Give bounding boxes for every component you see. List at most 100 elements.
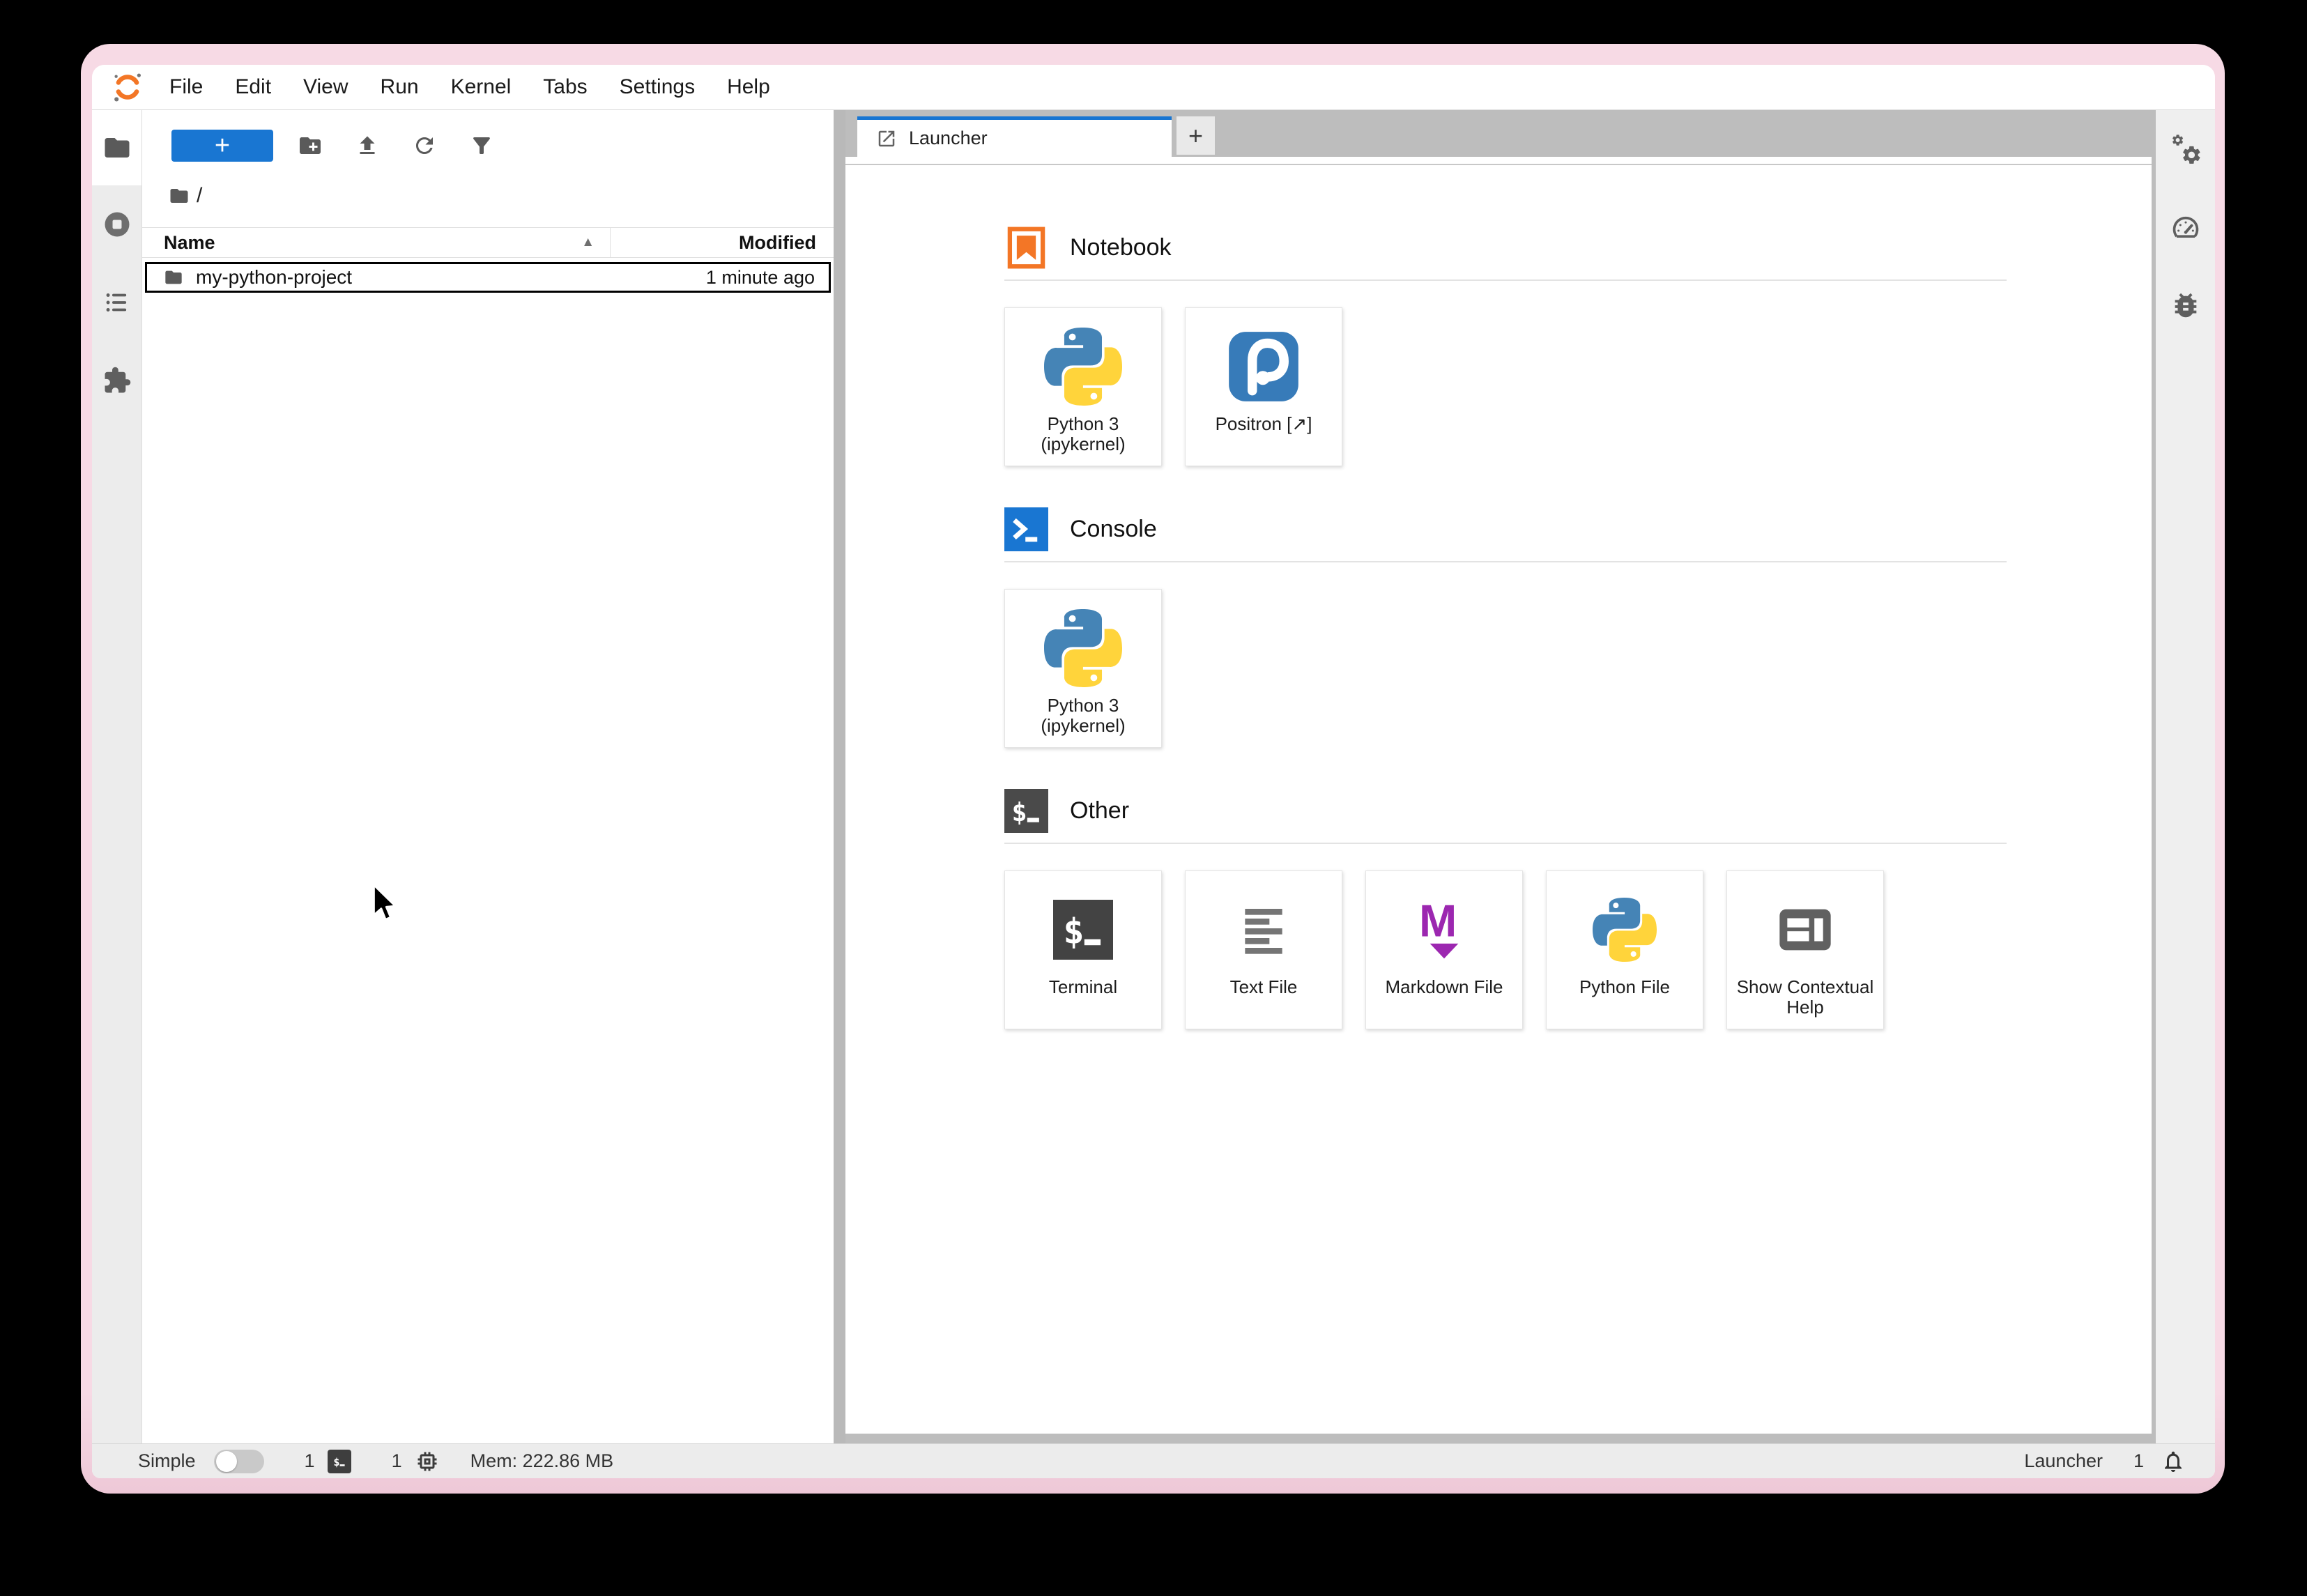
bell-icon (2161, 1449, 2186, 1474)
card-label: Python File (1575, 977, 1674, 997)
menu-edit[interactable]: Edit (235, 75, 271, 99)
running-sessions-icon (102, 210, 132, 239)
launcher-card-contextual-help[interactable]: Show Contextual Help (1726, 870, 1884, 1029)
simple-mode-toggle[interactable] (214, 1450, 264, 1473)
column-header-name[interactable]: Name ▲ (142, 228, 611, 257)
sidebar-tab-extensions[interactable] (92, 342, 141, 420)
sidebar-tab-debugger[interactable] (2156, 266, 2215, 344)
screen-background: File Edit View Run Kernel Tabs Settings … (0, 0, 2307, 1596)
left-activity-bar (92, 110, 142, 1443)
menu-settings[interactable]: Settings (620, 75, 695, 99)
python-logo (1044, 328, 1122, 406)
launcher-card-python3-notebook[interactable]: Python 3 (ipykernel) (1004, 307, 1162, 466)
tab-bar: Launcher + (845, 116, 2156, 157)
section-title: Other (1070, 797, 1129, 824)
svg-text:M: M (1419, 898, 1457, 946)
card-label: Markdown File (1381, 977, 1507, 997)
console-icon (1004, 507, 1048, 551)
notifications-count: 1 (2133, 1450, 2144, 1472)
filter-button[interactable] (461, 132, 502, 160)
main-dock-panel: Launcher + (845, 110, 2156, 1443)
terminals-count: 1 (305, 1450, 315, 1472)
menu-bar: File Edit View Run Kernel Tabs Settings … (92, 65, 2215, 110)
notifications-button[interactable] (2161, 1449, 2186, 1474)
launcher-card-positron[interactable]: Positron [↗] (1185, 307, 1342, 466)
launcher-section-other: $ Other (1004, 789, 2007, 1029)
filter-icon (469, 133, 494, 158)
file-list-header: Name ▲ Modified (142, 227, 834, 258)
column-name-label: Name (164, 232, 215, 254)
tab-launcher-label: Launcher (909, 128, 988, 149)
contextual-help-icon (1775, 899, 1836, 960)
card-label: Terminal (1045, 977, 1121, 997)
launcher-scroll-area[interactable]: Notebook (845, 165, 2152, 1434)
section-divider (1004, 279, 2007, 281)
svg-text:$: $ (1012, 797, 1027, 827)
menu-items: File Edit View Run Kernel Tabs Settings … (169, 75, 802, 99)
menu-view[interactable]: View (303, 75, 348, 99)
sidebar-tab-dashboard[interactable] (2156, 188, 2215, 266)
menu-file[interactable]: File (169, 75, 203, 99)
new-tab-button[interactable]: + (1177, 116, 1215, 155)
breadcrumb-root: / (197, 184, 202, 208)
terminal-icon: $ (1053, 900, 1113, 960)
simple-mode-label: Simple (138, 1450, 196, 1472)
terminal-icon: $ (1004, 789, 1048, 833)
text-file-icon (1236, 902, 1292, 958)
sidebar-tab-running-sessions[interactable] (92, 185, 141, 263)
panel-splitter[interactable] (834, 110, 845, 1443)
tab-launcher[interactable]: Launcher (857, 116, 1172, 157)
kernels-count: 1 (392, 1450, 402, 1472)
app-window-frame: File Edit View Run Kernel Tabs Settings … (81, 44, 2225, 1494)
menu-tabs[interactable]: Tabs (543, 75, 587, 99)
sort-ascending-icon: ▲ (581, 235, 595, 250)
folder-icon (164, 268, 183, 287)
svg-text:$: $ (1063, 911, 1084, 952)
file-browser-panel: + (142, 110, 834, 1443)
card-label: Text File (1226, 977, 1302, 997)
kernels-status[interactable] (415, 1449, 440, 1474)
launcher-card-terminal[interactable]: $ Terminal (1004, 870, 1162, 1029)
breadcrumb: / (142, 184, 834, 208)
terminals-status[interactable]: $ (328, 1450, 351, 1473)
folder-icon (102, 133, 132, 162)
new-launcher-button[interactable]: + (171, 130, 273, 162)
sidebar-tab-property-inspector[interactable] (2156, 110, 2215, 188)
jupyter-logo-icon (111, 69, 144, 105)
launcher-card-python-file[interactable]: Python File (1546, 870, 1703, 1029)
dashboard-gauge-icon (2170, 211, 2202, 243)
upload-button[interactable] (347, 132, 388, 160)
card-label: Positron [↗] (1211, 414, 1317, 434)
home-folder-icon[interactable] (169, 185, 190, 206)
new-folder-icon (298, 133, 323, 158)
card-label: Show Contextual Help (1727, 977, 1883, 1018)
current-activity-label[interactable]: Launcher (2024, 1450, 2103, 1472)
new-folder-button[interactable] (290, 132, 330, 160)
property-inspector-gears-icon (2170, 133, 2202, 165)
column-header-modified[interactable]: Modified (611, 232, 834, 254)
file-row-my-python-project[interactable]: my-python-project 1 minute ago (145, 262, 831, 293)
right-activity-bar (2156, 110, 2215, 1443)
jupyterlab-window: File Edit View Run Kernel Tabs Settings … (92, 65, 2215, 1478)
markdown-icon: M (1412, 898, 1476, 962)
refresh-button[interactable] (404, 132, 445, 160)
launcher-card-text-file[interactable]: Text File (1185, 870, 1342, 1029)
menu-run[interactable]: Run (381, 75, 419, 99)
extensions-puzzle-icon (102, 366, 132, 395)
menu-help[interactable]: Help (727, 75, 770, 99)
sidebar-tab-file-browser[interactable] (92, 110, 141, 185)
python-logo (1044, 609, 1122, 687)
menu-kernel[interactable]: Kernel (451, 75, 512, 99)
launcher-card-markdown-file[interactable]: M Markdown File (1365, 870, 1523, 1029)
table-of-contents-icon (102, 288, 132, 317)
memory-usage: Mem: 222.86 MB (470, 1450, 614, 1472)
toggle-knob (216, 1451, 237, 1472)
file-browser-toolbar: + (142, 130, 834, 162)
launcher-card-python3-console[interactable]: Python 3 (ipykernel) (1004, 589, 1162, 748)
section-title: Notebook (1070, 234, 1172, 261)
debugger-bug-icon (2170, 289, 2202, 321)
launcher-section-notebook: Notebook (1004, 226, 2007, 466)
sidebar-tab-table-of-contents[interactable] (92, 263, 141, 342)
positron-logo (1227, 330, 1300, 403)
section-divider (1004, 843, 2007, 844)
